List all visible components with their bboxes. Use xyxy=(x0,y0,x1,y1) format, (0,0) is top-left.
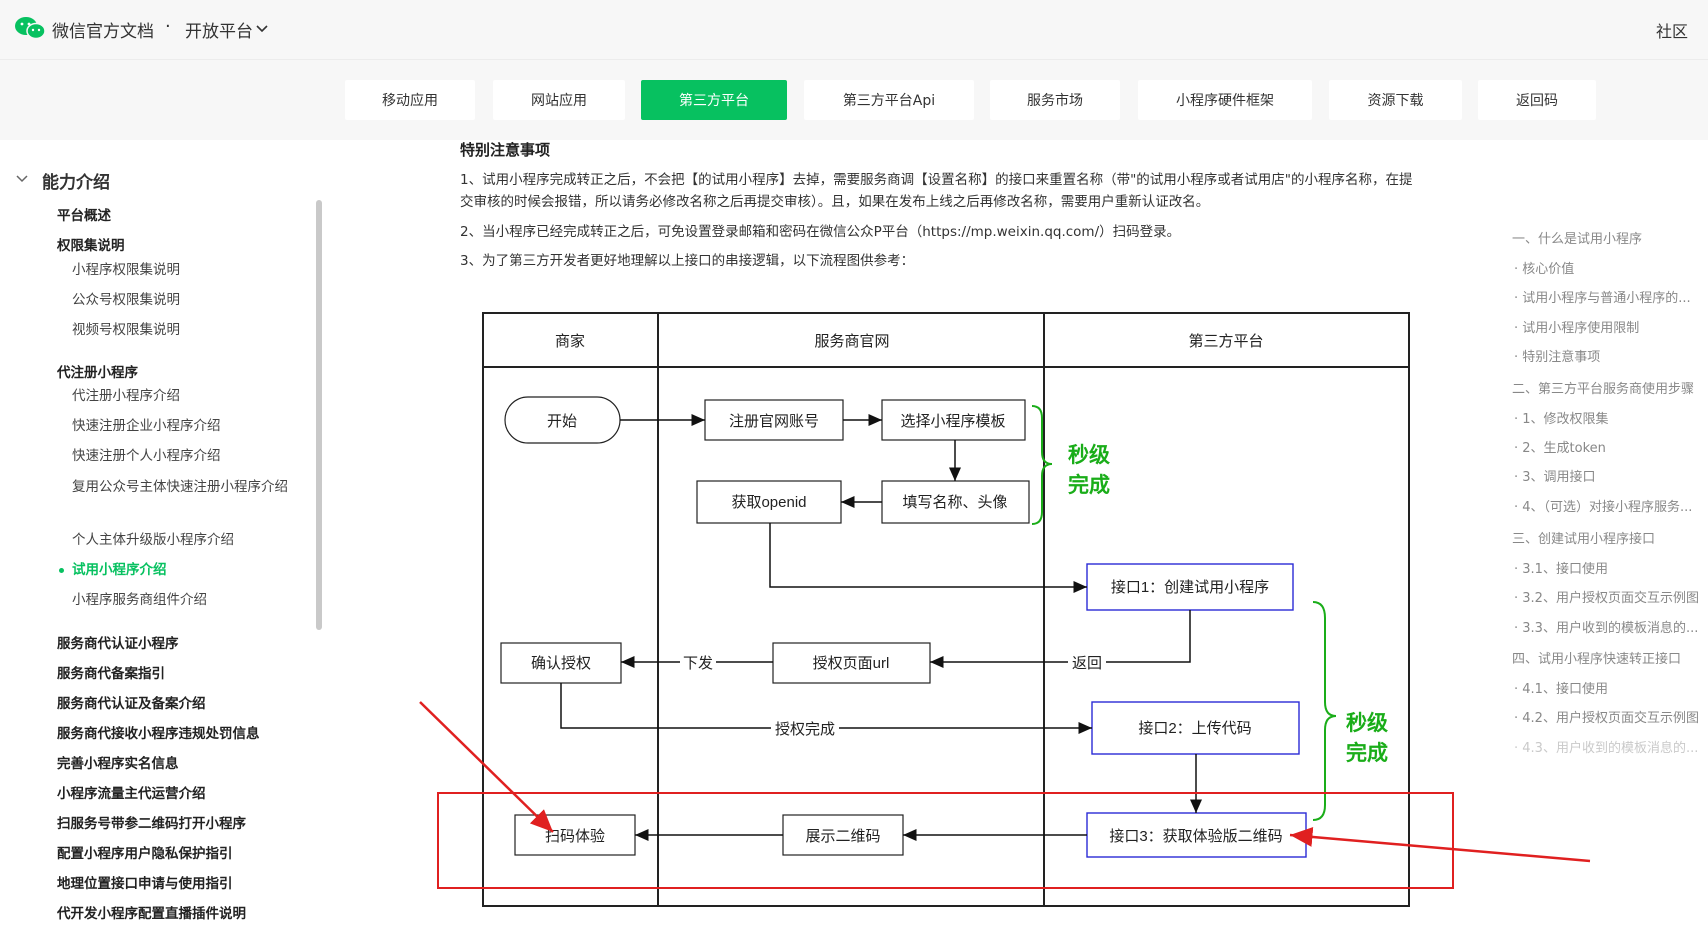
toc-item-fast-convert-api[interactable]: 四、试用小程序快速转正接口 xyxy=(1512,648,1681,667)
node-choose-template: 选择小程序模板 xyxy=(900,412,1005,430)
lane-merchant: 商家 xyxy=(555,333,585,350)
toc-item-what-is-trial[interactable]: 一、什么是试用小程序 xyxy=(1512,228,1642,247)
edge-openid-api1 xyxy=(769,523,1087,593)
brace-label-2: 秒级 完成 xyxy=(1346,711,1394,765)
brace-2 xyxy=(1312,601,1337,821)
node-fill-name: 填写名称、头像 xyxy=(902,494,1007,511)
toc-item-3-1[interactable]: · 3.1、接口使用 xyxy=(1514,558,1608,577)
edge-label-fanhui: 返回 xyxy=(1072,655,1102,672)
brace-label-1: 秒级 完成 xyxy=(1068,443,1116,497)
node-confirm-auth: 确认授权 xyxy=(531,655,591,672)
lane-provider-site: 服务商官网 xyxy=(814,333,889,350)
node-api1: 接口1：创建试用小程序 xyxy=(1111,579,1269,596)
brace-label-1-line1: 秒级 xyxy=(1068,443,1110,467)
toc-item-special-notes[interactable]: · 特别注意事项 xyxy=(1514,346,1600,365)
toc-item-4-3[interactable]: · 4.3、用户收到的模板消息的... xyxy=(1514,737,1698,756)
toc-item-call-api[interactable]: · 3、调用接口 xyxy=(1514,466,1596,485)
highlight-box xyxy=(437,792,1454,889)
toc-item-steps[interactable]: 二、第三方平台服务商使用步骤 xyxy=(1512,378,1694,397)
toc-item-generate-token[interactable]: · 2、生成token xyxy=(1514,437,1606,456)
toc-item-4-1[interactable]: · 4.1、接口使用 xyxy=(1514,678,1608,697)
toc-item-4-2[interactable]: · 4.2、用户授权页面交互示例图 xyxy=(1514,707,1699,726)
node-auth-url: 授权页面url xyxy=(813,655,890,672)
node-register: 注册官网账号 xyxy=(729,413,819,430)
edge-api1-auth-url xyxy=(930,610,1191,668)
toc-item-create-trial-api[interactable]: 三、创建试用小程序接口 xyxy=(1512,528,1655,547)
lane-third-party: 第三方平台 xyxy=(1188,332,1263,350)
toc-item-trial-vs-normal[interactable]: · 试用小程序与普通小程序的... xyxy=(1514,287,1691,306)
toc-item-3-3[interactable]: · 3.3、用户收到的模板消息的... xyxy=(1514,617,1698,636)
edge-label-xiafa: 下发 xyxy=(683,655,713,672)
brace-label-2-line2: 完成 xyxy=(1346,741,1388,765)
toc-item-trial-limits[interactable]: · 试用小程序使用限制 xyxy=(1514,317,1639,336)
brace-label-1-line2: 完成 xyxy=(1068,473,1110,497)
brace-label-2-line1: 秒级 xyxy=(1346,711,1388,735)
toc-item-optional-service[interactable]: · 4、（可选）对接小程序服务... xyxy=(1514,496,1692,515)
node-get-openid: 获取openid xyxy=(731,494,806,511)
toc-item-modify-permissions[interactable]: · 1、修改权限集 xyxy=(1514,408,1609,427)
toc-item-core-value[interactable]: · 核心价值 xyxy=(1514,258,1574,277)
brace-1 xyxy=(1031,405,1053,525)
node-api2: 接口2：上传代码 xyxy=(1138,720,1251,737)
toc-item-3-2[interactable]: · 3.2、用户授权页面交互示例图 xyxy=(1514,587,1699,606)
edge-label-auth-done: 授权完成 xyxy=(775,721,835,738)
node-start: 开始 xyxy=(547,413,577,430)
flowchart-diagram: 商家 服务商官网 第三方平台 开始 注册官网账号 选择小程序模板 获取openi… xyxy=(419,312,1591,907)
